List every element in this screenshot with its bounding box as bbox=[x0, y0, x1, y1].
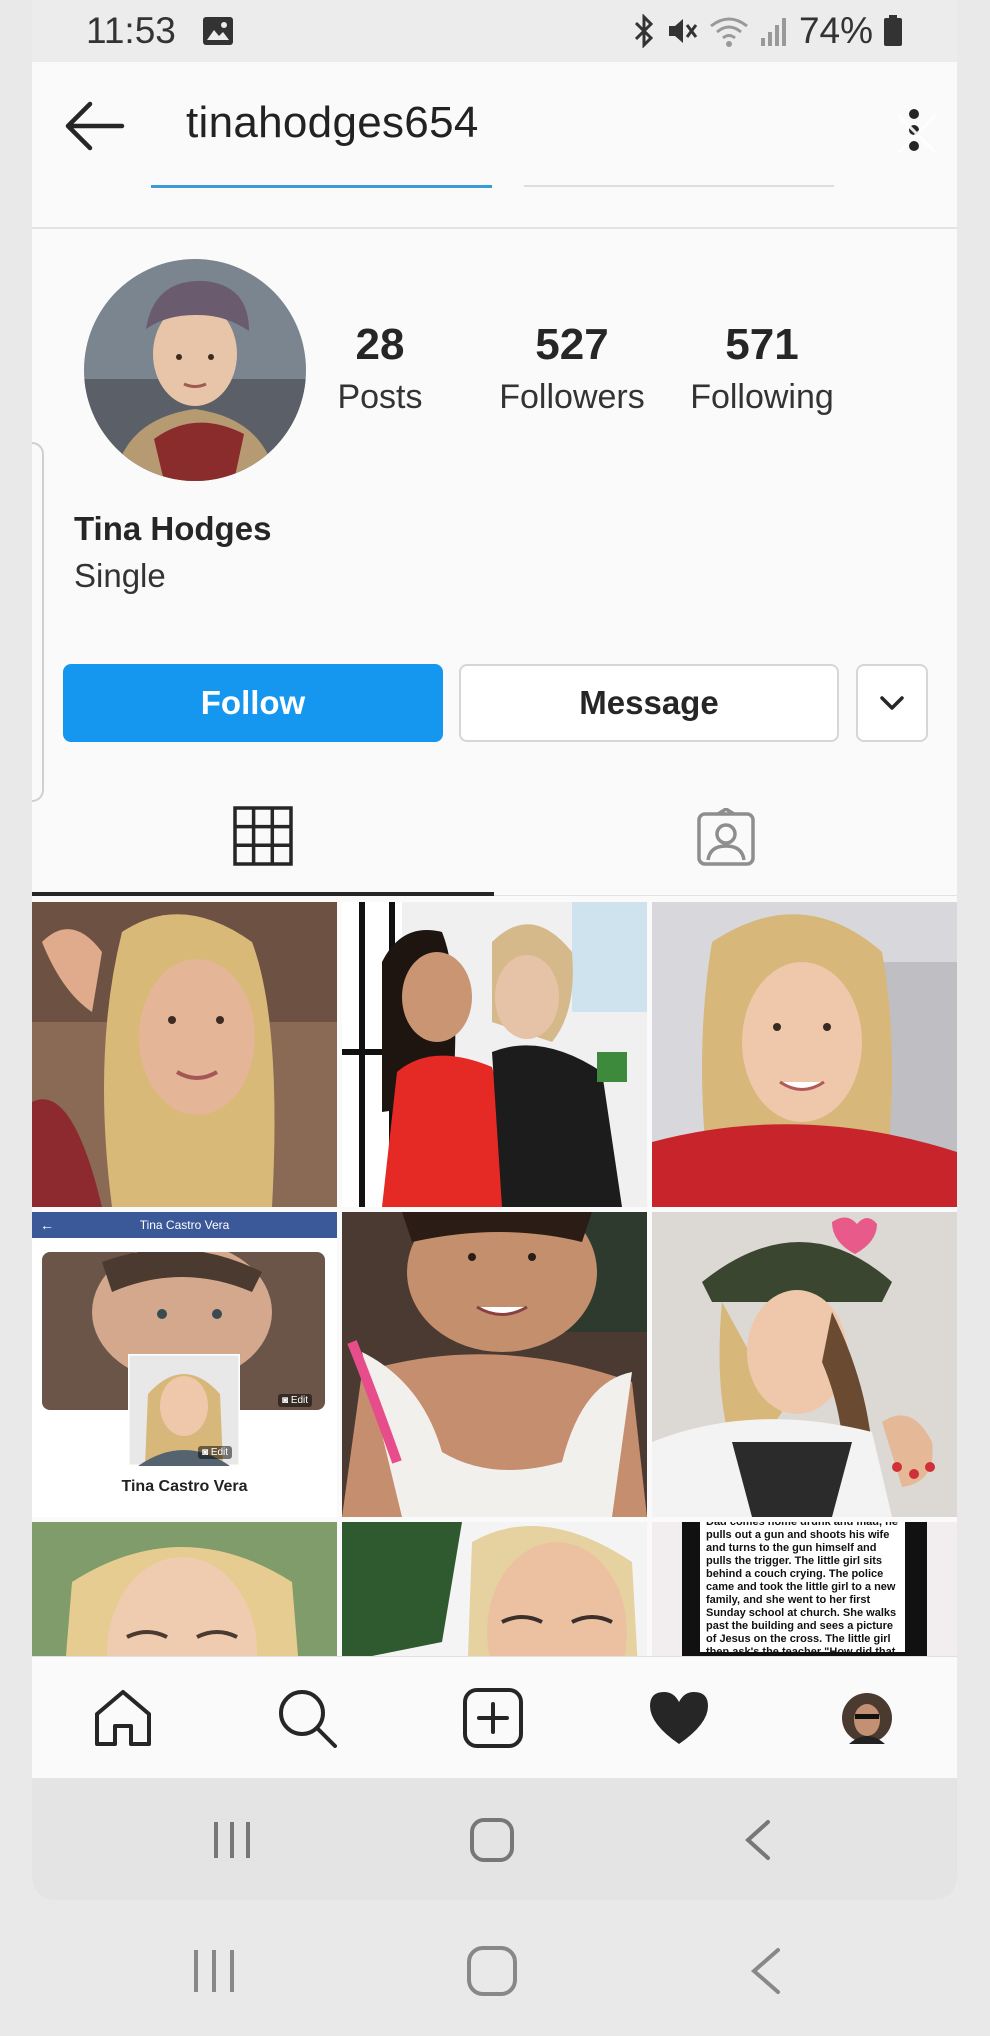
edit-label: Edit bbox=[290, 1395, 309, 1406]
status-indicators: 74% bbox=[633, 10, 903, 52]
gallery-notification-icon bbox=[203, 17, 233, 45]
tagged-icon bbox=[696, 807, 755, 866]
avatar[interactable] bbox=[84, 259, 306, 481]
facebook-header-bar: ← Tina Castro Vera bbox=[32, 1212, 337, 1238]
post-text: Dad comes home drunk and mad, he pulls o… bbox=[700, 1522, 905, 1652]
nav-search[interactable] bbox=[272, 1683, 342, 1753]
wifi-icon bbox=[710, 17, 748, 47]
battery-icon bbox=[884, 15, 902, 46]
stat-value: 28 bbox=[355, 320, 405, 369]
post-thumbnail[interactable] bbox=[342, 1212, 647, 1517]
stat-value: 571 bbox=[725, 320, 799, 369]
stat-label: Following bbox=[690, 378, 834, 416]
new-post-icon bbox=[463, 1688, 523, 1748]
post-thumbnail[interactable] bbox=[342, 902, 647, 1207]
recent-apps-icon[interactable] bbox=[210, 1818, 254, 1862]
post-thumbnail[interactable]: Dad comes home drunk and mad, he pulls o… bbox=[652, 1522, 957, 1656]
post-thumbnail[interactable] bbox=[342, 1522, 647, 1656]
profile-bio: Single bbox=[74, 557, 166, 594]
profile-username: tinahodges654 bbox=[186, 98, 479, 147]
divider bbox=[32, 227, 957, 229]
close-icon[interactable] bbox=[895, 112, 939, 156]
bottom-navigation bbox=[32, 1656, 957, 1779]
post-thumbnail[interactable] bbox=[32, 902, 337, 1207]
stat-label: Followers bbox=[499, 378, 645, 416]
mute-icon bbox=[668, 19, 698, 43]
post-thumbnail[interactable]: ← Tina Castro Vera ◙ Edit ◙ Edit Tina Ca… bbox=[32, 1212, 337, 1517]
header-tab-indicator bbox=[151, 185, 492, 188]
follow-button[interactable]: Follow bbox=[63, 664, 443, 742]
back-button-icon[interactable] bbox=[748, 1946, 782, 1996]
grid-icon bbox=[233, 806, 293, 866]
stat-value: 527 bbox=[535, 320, 609, 369]
profile-avatar bbox=[842, 1693, 892, 1744]
stat-following[interactable]: 571 Following bbox=[667, 320, 857, 417]
tab-tagged[interactable] bbox=[494, 780, 957, 896]
system-nav-bar-inner bbox=[32, 1778, 957, 1900]
edge-panel-handle[interactable] bbox=[32, 442, 44, 802]
suggested-accounts-button[interactable] bbox=[856, 664, 928, 742]
search-icon bbox=[279, 1690, 337, 1748]
header-tab-divider bbox=[524, 185, 834, 187]
home-icon bbox=[95, 1690, 151, 1746]
post-thumbnail[interactable] bbox=[32, 1522, 337, 1656]
camera-icon: ◙ bbox=[282, 1395, 289, 1406]
post-header-text: Tina Castro Vera bbox=[139, 1218, 230, 1232]
camera-icon: ◙ bbox=[202, 1447, 209, 1458]
stat-label: Posts bbox=[337, 378, 423, 416]
nav-activity[interactable] bbox=[644, 1683, 714, 1753]
back-button-icon[interactable] bbox=[742, 1818, 772, 1862]
post-thumbnail[interactable] bbox=[652, 1212, 957, 1517]
nav-profile[interactable] bbox=[832, 1683, 902, 1753]
battery-percent: 74% bbox=[798, 10, 873, 51]
nav-new-post[interactable] bbox=[458, 1683, 528, 1753]
signal-icon bbox=[760, 18, 786, 46]
profile-header: tinahodges654 bbox=[32, 62, 957, 227]
back-arrow-icon[interactable] bbox=[60, 96, 130, 156]
edit-cover-chip: ◙ Edit bbox=[278, 1394, 313, 1407]
home-button-icon[interactable] bbox=[468, 1816, 516, 1864]
tab-posts-grid[interactable] bbox=[32, 780, 494, 896]
system-nav-bar bbox=[0, 1904, 990, 2036]
back-arrow-icon: ← bbox=[40, 1217, 54, 1233]
post-caption: Tina Castro Vera bbox=[121, 1478, 248, 1495]
stat-posts[interactable]: 28 Posts bbox=[285, 320, 475, 417]
profile-name: Tina Hodges bbox=[74, 510, 272, 547]
posts-grid: ← Tina Castro Vera ◙ Edit ◙ Edit Tina Ca… bbox=[32, 902, 957, 1656]
edit-profile-chip: ◙ Edit bbox=[198, 1446, 233, 1459]
bluetooth-icon bbox=[634, 14, 654, 48]
post-thumbnail[interactable] bbox=[652, 902, 957, 1207]
recent-apps-icon[interactable] bbox=[190, 1946, 238, 1996]
activity-heart-icon bbox=[650, 1692, 708, 1744]
stat-followers[interactable]: 527 Followers bbox=[477, 320, 667, 417]
status-time: 11:53 bbox=[86, 10, 176, 51]
nav-home[interactable] bbox=[88, 1683, 158, 1753]
message-button[interactable]: Message bbox=[459, 664, 839, 742]
chevron-down-icon bbox=[880, 696, 904, 710]
status-bar: 11:53 74% bbox=[32, 0, 957, 62]
home-button-icon[interactable] bbox=[465, 1944, 519, 1998]
instagram-profile-screen: 11:53 74% tinahodges654 28 Posts 527 Fol… bbox=[32, 0, 957, 1900]
edit-label: Edit bbox=[210, 1447, 229, 1458]
